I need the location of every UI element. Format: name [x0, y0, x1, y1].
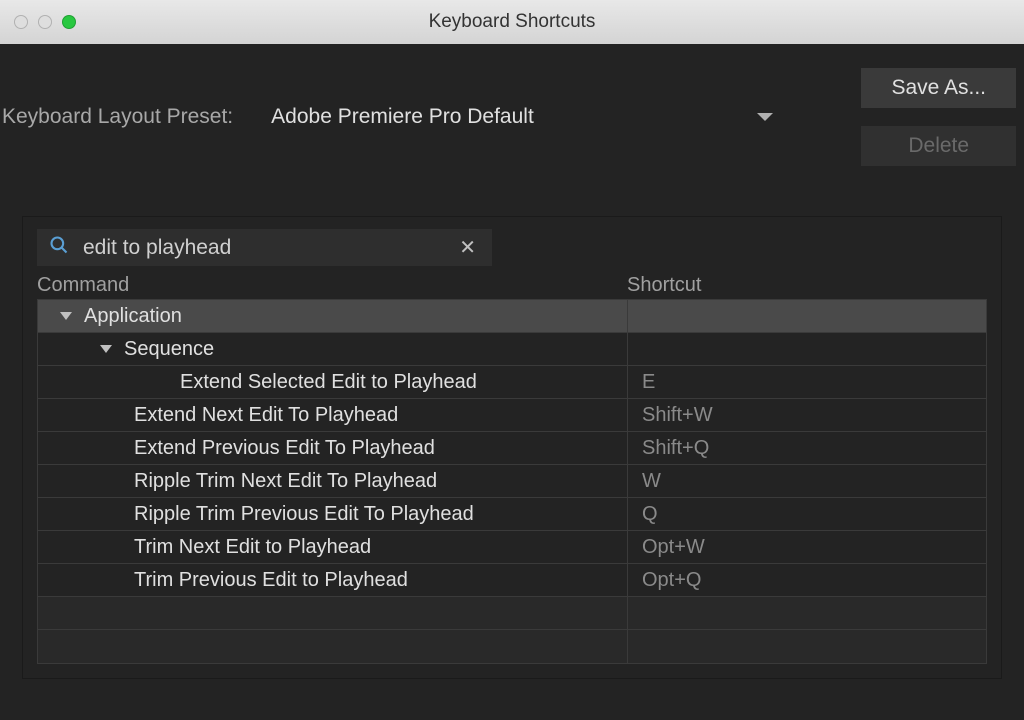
shortcut-cell[interactable]: Shift+Q: [628, 437, 986, 460]
shortcut-cell[interactable]: Opt+W: [628, 536, 986, 559]
command-cell: Extend Next Edit To Playhead: [38, 399, 628, 431]
command-cell: Sequence: [38, 333, 628, 365]
search-box[interactable]: ✕: [37, 229, 492, 266]
shortcuts-panel: ✕ Command Shortcut Application Sequence Ex…: [22, 216, 1002, 679]
command-cell: [38, 630, 628, 663]
traffic-lights: [14, 15, 76, 29]
chevron-down-icon[interactable]: [100, 345, 112, 353]
group-application[interactable]: Application: [38, 300, 986, 333]
window-title: Keyboard Shortcuts: [429, 11, 596, 33]
command-cell: Ripple Trim Next Edit To Playhead: [38, 465, 628, 497]
table-header: Command Shortcut: [23, 272, 1001, 299]
command-cell: Application: [38, 300, 628, 332]
clear-search-icon[interactable]: ✕: [455, 235, 480, 260]
command-row[interactable]: Extend Next Edit To Playhead Shift+W: [38, 399, 986, 432]
command-row[interactable]: Extend Selected Edit to Playhead E: [38, 366, 986, 399]
preset-label: Keyboard Layout Preset:: [2, 105, 233, 129]
preset-value: Adobe Premiere Pro Default: [271, 105, 534, 129]
command-row[interactable]: Extend Previous Edit To Playhead Shift+Q: [38, 432, 986, 465]
command-cell: [38, 597, 628, 629]
table-row: [38, 630, 986, 663]
window-minimize-button[interactable]: [38, 15, 52, 29]
shortcut-cell[interactable]: Q: [628, 503, 986, 526]
column-shortcut-header[interactable]: Shortcut: [627, 274, 987, 297]
shortcut-cell[interactable]: E: [628, 371, 986, 394]
shortcut-cell[interactable]: W: [628, 470, 986, 493]
command-row[interactable]: Trim Previous Edit to Playhead Opt+Q: [38, 564, 986, 597]
command-cell: Trim Previous Edit to Playhead: [38, 564, 628, 596]
command-label: Extend Next Edit To Playhead: [134, 404, 398, 427]
preset-select[interactable]: Adobe Premiere Pro Default: [251, 96, 791, 138]
command-cell: Extend Selected Edit to Playhead: [38, 366, 628, 398]
command-row[interactable]: Ripple Trim Previous Edit To Playhead Q: [38, 498, 986, 531]
shortcut-cell[interactable]: Opt+Q: [628, 569, 986, 592]
delete-button[interactable]: Delete: [861, 126, 1016, 166]
titlebar: Keyboard Shortcuts: [0, 0, 1024, 44]
column-command-header[interactable]: Command: [37, 274, 627, 297]
group-sequence[interactable]: Sequence: [38, 333, 986, 366]
chevron-down-icon[interactable]: [60, 312, 72, 320]
command-label: Trim Next Edit to Playhead: [134, 536, 371, 559]
command-label: Extend Previous Edit To Playhead: [134, 437, 435, 460]
command-label: Trim Previous Edit to Playhead: [134, 569, 408, 592]
table-row: [38, 597, 986, 630]
window-maximize-button[interactable]: [62, 15, 76, 29]
window-close-button[interactable]: [14, 15, 28, 29]
search-icon: [49, 235, 69, 260]
save-as-button[interactable]: Save As...: [861, 68, 1016, 108]
search-input[interactable]: [83, 236, 441, 260]
command-cell: Ripple Trim Previous Edit To Playhead: [38, 498, 628, 530]
command-row[interactable]: Trim Next Edit to Playhead Opt+W: [38, 531, 986, 564]
shortcut-cell[interactable]: Shift+W: [628, 404, 986, 427]
command-row[interactable]: Ripple Trim Next Edit To Playhead W: [38, 465, 986, 498]
shortcuts-table: Application Sequence Extend Selected Edit …: [37, 299, 987, 664]
command-cell: Extend Previous Edit To Playhead: [38, 432, 628, 464]
command-label: Extend Selected Edit to Playhead: [180, 371, 477, 394]
command-label: Ripple Trim Previous Edit To Playhead: [134, 503, 474, 526]
command-label: Ripple Trim Next Edit To Playhead: [134, 470, 437, 493]
command-cell: Trim Next Edit to Playhead: [38, 531, 628, 563]
chevron-down-icon: [757, 113, 773, 121]
command-label: Application: [84, 305, 182, 328]
command-label: Sequence: [124, 338, 214, 361]
